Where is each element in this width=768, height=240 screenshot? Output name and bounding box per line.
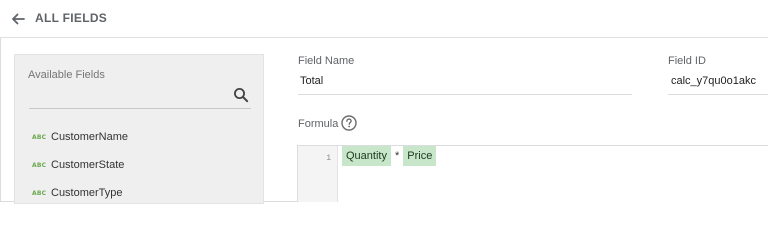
help-circle-icon[interactable] bbox=[341, 115, 357, 131]
formula-editor[interactable]: 1 Quantity * Price bbox=[297, 145, 768, 202]
formula-operator: * bbox=[394, 150, 400, 162]
field-name-label: Field Name bbox=[298, 55, 355, 67]
field-item-label: CustomerName bbox=[51, 131, 129, 143]
field-name-underline bbox=[298, 94, 632, 95]
header-bar: ALL FIELDS bbox=[0, 0, 768, 38]
field-id-underline bbox=[668, 94, 768, 95]
field-id-input[interactable]: calc_y7qu0o1akc bbox=[671, 75, 756, 87]
available-fields-panel: Available Fields ABC CustomerName ABC Cu… bbox=[14, 54, 264, 204]
line-number: 1 bbox=[326, 154, 331, 163]
field-item-label: CustomerState bbox=[51, 159, 125, 171]
formula-label: Formula bbox=[298, 118, 339, 130]
text-type-icon: ABC bbox=[32, 189, 47, 197]
formula-token-quantity[interactable]: Quantity bbox=[342, 146, 391, 166]
field-list: ABC CustomerName ABC CustomerState ABC C… bbox=[15, 123, 263, 207]
formula-token-price[interactable]: Price bbox=[403, 146, 437, 166]
text-type-icon: ABC bbox=[32, 133, 47, 141]
field-name-input[interactable]: Total bbox=[300, 75, 323, 87]
list-item-customer-state[interactable]: ABC CustomerState bbox=[15, 151, 263, 179]
search-icon[interactable] bbox=[233, 87, 249, 103]
list-item-customer-type[interactable]: ABC CustomerType bbox=[15, 179, 263, 207]
field-item-label: CustomerType bbox=[51, 187, 123, 199]
search-input-underline[interactable] bbox=[29, 108, 251, 109]
available-fields-title: Available Fields bbox=[28, 69, 105, 81]
editor-gutter: 1 bbox=[298, 146, 338, 202]
text-type-icon: ABC bbox=[32, 161, 47, 169]
field-id-label: Field ID bbox=[668, 55, 706, 67]
back-arrow-icon[interactable] bbox=[9, 10, 27, 28]
list-item-customer-name[interactable]: ABC CustomerName bbox=[15, 123, 263, 151]
page-title: ALL FIELDS bbox=[35, 11, 108, 25]
formula-code-line[interactable]: Quantity * Price bbox=[342, 146, 437, 166]
